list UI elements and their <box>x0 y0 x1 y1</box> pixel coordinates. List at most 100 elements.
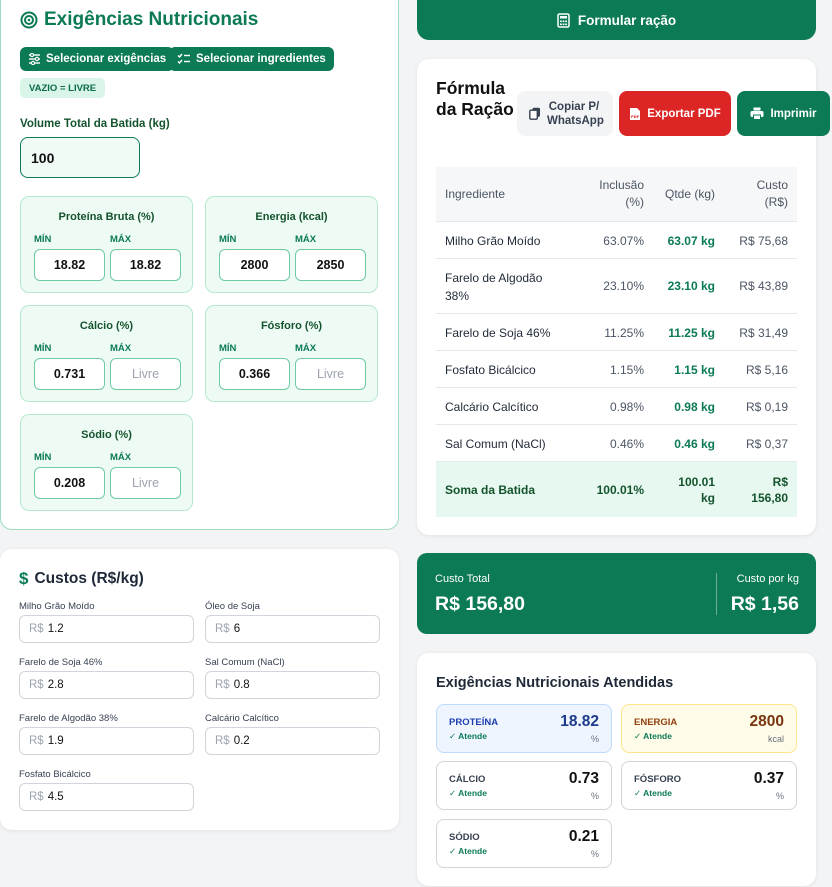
copy-icon <box>529 107 541 120</box>
formula-card: Fórmula da Ração Copiar P/ WhatsApp PDF … <box>417 59 830 535</box>
met-status: ✓ Atende <box>634 788 672 798</box>
costs-title: $ Custos (R$/kg) <box>19 569 144 588</box>
cost-value: R$ 0,37 <box>745 437 788 451</box>
header-cost: Custo (R$) <box>756 178 788 209</box>
header-inclusion: Inclusão (%) <box>599 178 644 209</box>
header-ingredient: Ingrediente <box>445 187 506 201</box>
batch-volume-label: Volume Total da Batida (kg) <box>20 118 170 130</box>
cost-value: R$ 75,68 <box>739 234 788 248</box>
select-ingredients-button[interactable]: Selecionar ingredientes <box>169 47 334 71</box>
nutrient-name: Fósforo (%) <box>260 320 323 332</box>
cost-input[interactable]: R$ 1.2 <box>19 615 194 643</box>
table-row: Farelo de Soja 46% 11.25% 11.25 kg R$ 31… <box>436 314 797 351</box>
met-value: 0.73 <box>568 770 599 787</box>
cost-value: R$ 0,19 <box>745 400 788 414</box>
max-label: MÁX <box>295 234 317 245</box>
ingredient-name: Milho Grão Moído <box>445 234 541 248</box>
calcium-max-input[interactable]: Livre <box>110 358 181 390</box>
met-unit: % <box>590 849 599 859</box>
pdf-file-icon: PDF <box>629 107 641 121</box>
svg-text:PDF: PDF <box>631 115 640 119</box>
inclusion-value: 0.98% <box>609 400 644 414</box>
met-box-sodium: SÓDIO ✓ Atende 0.21 % <box>436 819 612 868</box>
select-requirements-button[interactable]: Selecionar exigências <box>20 47 175 71</box>
target-icon <box>20 11 38 29</box>
cost-input[interactable]: R$ 0.8 <box>205 671 380 699</box>
qty-value: 63.07 kg <box>667 234 715 248</box>
min-label: MÍN <box>34 234 52 245</box>
calcium-min-input[interactable]: 0.731 <box>34 358 105 390</box>
header-qty: Qtde (kg) <box>664 187 715 201</box>
cost-per-kg-label: Custo por kg <box>736 573 799 585</box>
dollar-icon: $ <box>19 569 29 588</box>
cost-input[interactable]: R$ 0.2 <box>205 727 380 755</box>
total-cost-value: R$ 156,80 <box>435 593 525 615</box>
cost-label: Fosfato Bicálcico <box>19 769 91 780</box>
ingredient-name: Farelo de Soja 46% <box>445 326 551 340</box>
met-box-protein: PROTEÍNA ✓ Atende 18.82 % <box>436 704 612 753</box>
currency-prefix: R$ <box>215 679 230 691</box>
protein-max-input[interactable]: 18.82 <box>110 249 181 281</box>
min-label: MÍN <box>34 452 52 463</box>
inclusion-value: 1.15% <box>609 363 644 377</box>
met-name: ENERGIA <box>634 717 678 728</box>
nutrient-name: Proteína Bruta (%) <box>58 211 155 223</box>
total-cost-label: Custo Total <box>435 573 490 585</box>
nutrient-name: Energia (kcal) <box>255 211 328 223</box>
currency-prefix: R$ <box>29 679 44 691</box>
inclusion-value: 63.07% <box>603 234 644 248</box>
max-label: MÁX <box>295 343 317 354</box>
cost-label: Milho Grão Moído <box>19 601 95 612</box>
table-total-row: Soma da Batida 100.01% 100.01 kg R$ 156,… <box>436 462 797 517</box>
max-label: MÁX <box>110 452 132 463</box>
sodium-min-input[interactable]: 0.208 <box>34 467 105 499</box>
print-button[interactable]: Imprimir <box>737 91 830 136</box>
met-status: ✓ Atende <box>449 731 487 741</box>
cost-input[interactable]: R$ 4.5 <box>19 783 194 811</box>
phosphorus-min-input[interactable]: 0.366 <box>219 358 290 390</box>
total-cost: R$ 156,80 <box>751 475 788 505</box>
cost-summary-card: Custo Total R$ 156,80 Custo por kg R$ 1,… <box>417 553 816 634</box>
cost-input[interactable]: R$ 2.8 <box>19 671 194 699</box>
table-row: Farelo de Algodão 38% 23.10% 23.10 kg R$… <box>436 259 797 314</box>
met-box-phosphorus: FÓSFORO ✓ Atende 0.37 % <box>621 761 797 810</box>
max-label: MÁX <box>110 343 132 354</box>
calculator-icon <box>557 12 570 28</box>
met-unit: % <box>775 791 784 801</box>
divider <box>716 573 717 615</box>
met-unit: % <box>590 791 599 801</box>
qty-value: 23.10 kg <box>667 279 715 293</box>
formulate-button[interactable]: Formular ração <box>417 0 816 40</box>
energy-max-input[interactable]: 2850 <box>295 249 366 281</box>
met-status: ✓ Atende <box>634 731 672 741</box>
inclusion-value: 23.10% <box>603 279 644 293</box>
energy-min-input[interactable]: 2800 <box>219 249 290 281</box>
qty-value: 0.98 kg <box>674 400 715 414</box>
currency-prefix: R$ <box>29 735 44 747</box>
ingredient-name: Fosfato Bicálcico <box>445 363 536 377</box>
phosphorus-max-input[interactable]: Livre <box>295 358 366 390</box>
nutrient-name: Cálcio (%) <box>79 320 134 332</box>
met-value: 0.21 <box>568 828 599 845</box>
costs-card: $ Custos (R$/kg) Milho Grão Moído R$ 1.2 … <box>0 549 399 830</box>
cost-input[interactable]: R$ 6 <box>205 615 380 643</box>
nutrient-box-protein: Proteína Bruta (%) MÍN MÁX 18.82 18.82 <box>20 196 193 293</box>
met-value: 2800 <box>749 713 784 730</box>
currency-prefix: R$ <box>29 791 44 803</box>
met-name: CÁLCIO <box>449 774 486 785</box>
met-box-energy: ENERGIA ✓ Atende 2800 kcal <box>621 704 797 753</box>
cost-input[interactable]: R$ 1.9 <box>19 727 194 755</box>
protein-min-input[interactable]: 18.82 <box>34 249 105 281</box>
batch-volume-input[interactable]: 100 <box>20 137 140 178</box>
sodium-max-input[interactable]: Livre <box>110 467 181 499</box>
cost-label: Farelo de Soja 46% <box>19 657 103 668</box>
copy-whatsapp-button[interactable]: Copiar P/ WhatsApp <box>517 91 613 136</box>
export-pdf-button[interactable]: PDF Exportar PDF <box>619 91 731 136</box>
currency-prefix: R$ <box>29 623 44 635</box>
currency-prefix: R$ <box>215 623 230 635</box>
formula-title: Fórmula da Ração <box>436 78 514 119</box>
table-row: Fosfato Bicálcico 1.15% 1.15 kg R$ 5,16 <box>436 351 797 388</box>
requirements-card: Exigências Nutricionais Selecionar exigê… <box>0 0 399 530</box>
cost-value: R$ 31,49 <box>739 326 788 340</box>
qty-value: 1.15 kg <box>674 363 715 377</box>
